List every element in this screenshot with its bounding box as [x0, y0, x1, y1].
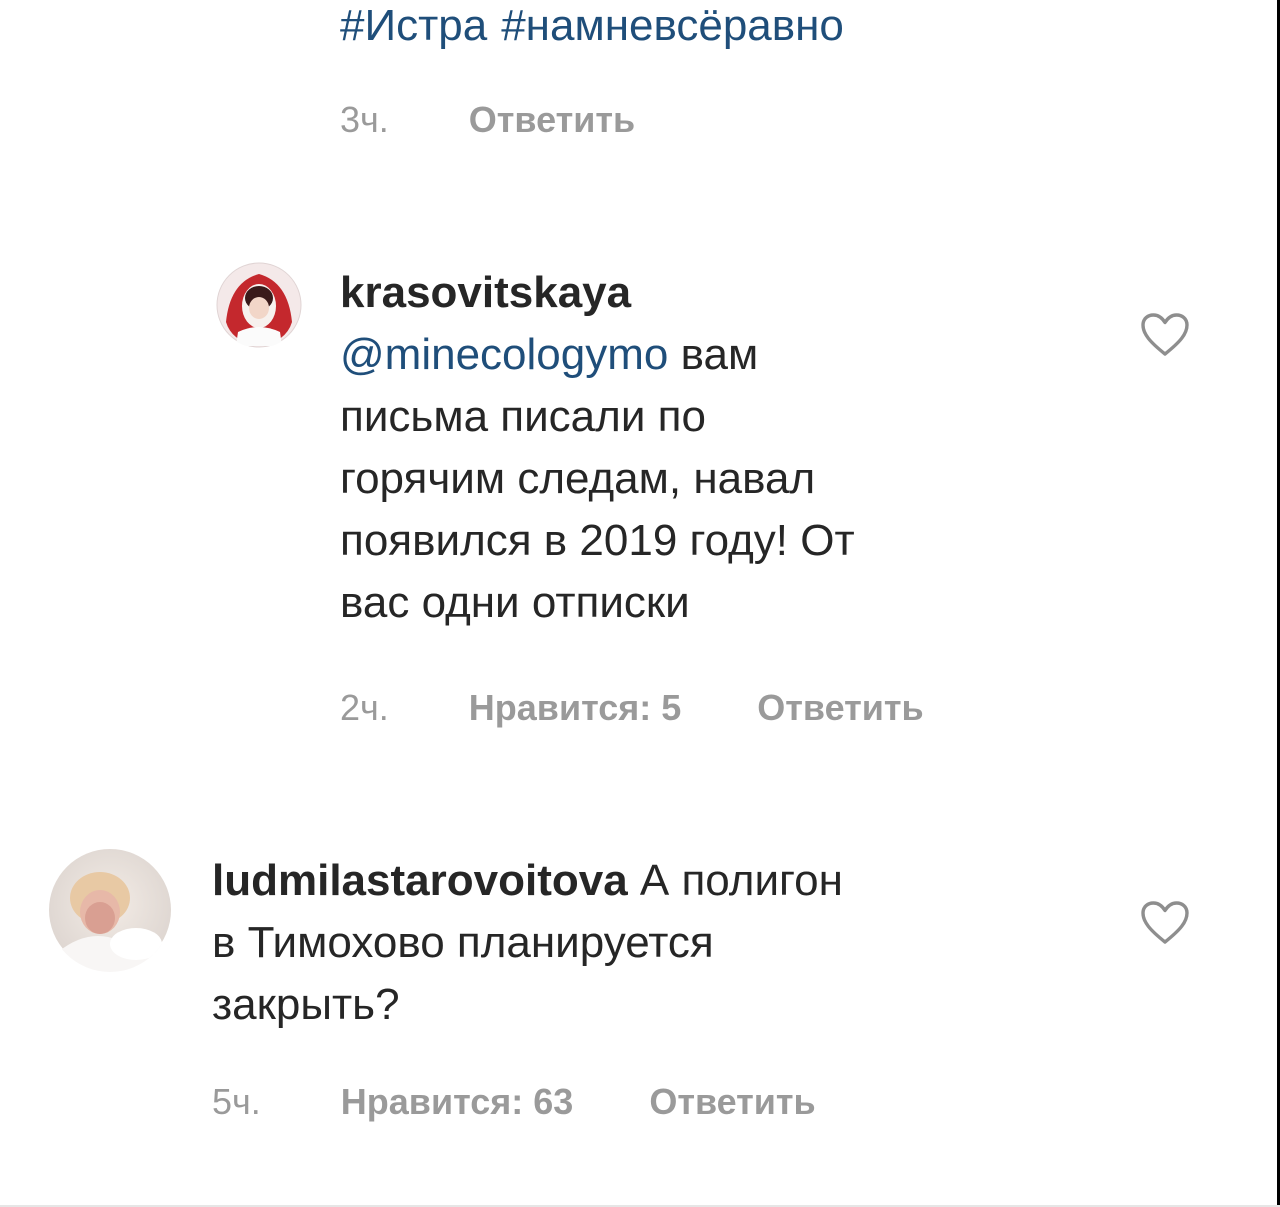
comment-meta: 5ч. Нравится: 63 Ответить [212, 1080, 816, 1124]
comment-line-text: вам [680, 330, 759, 379]
heart-outline-icon [1141, 313, 1189, 356]
comment-line: письма писали по [340, 392, 706, 441]
comment-line: горячим следам, навал [340, 454, 816, 503]
avatar[interactable] [216, 262, 302, 348]
avatar-image [216, 262, 302, 348]
comment-line: в Тимохово планируется [212, 918, 714, 967]
comment-line: закрыть? [212, 980, 400, 1029]
comment-line: вас одни отписки [340, 578, 690, 627]
avatar[interactable] [48, 848, 172, 972]
mention-link[interactable]: @minecologymo [340, 330, 668, 379]
username-line: krasovitskaya [340, 262, 1060, 324]
heart-outline-icon [1141, 901, 1189, 944]
comment-line-text: А полигон [639, 856, 843, 905]
likes-count-button[interactable]: Нравится: 5 [469, 687, 681, 728]
username[interactable]: ludmilastarovoitova [212, 856, 628, 905]
avatar-image [49, 849, 171, 972]
reply-button[interactable]: Ответить [757, 687, 923, 728]
comment-line: ludmilastarovoitova А полигон [212, 850, 1092, 912]
comment-line: появился в 2019 году! От [340, 516, 855, 565]
comment-text: ludmilastarovoitova А полигон в Тимохово… [212, 850, 1092, 1036]
comment-time: 5ч. [212, 1081, 261, 1122]
comment-text: @minecologymo вам письма писали по горяч… [340, 324, 1060, 634]
likes-count-button[interactable]: Нравится: 63 [341, 1081, 574, 1122]
hashtags-line: #Истра #намневсёравно [340, 0, 844, 52]
comment-meta: 2ч. Нравится: 5 Ответить [340, 686, 924, 730]
top-comment-meta: 3ч. Ответить [340, 98, 635, 142]
reply-button[interactable]: Ответить [469, 99, 635, 140]
hashtag-link[interactable]: #намневсёравно [501, 1, 844, 50]
like-button[interactable] [1140, 312, 1190, 358]
username[interactable]: krasovitskaya [340, 268, 631, 317]
reply-button[interactable]: Ответить [649, 1081, 815, 1122]
comment-body: krasovitskaya @minecologymo вам письма п… [340, 262, 1060, 634]
comment-body: ludmilastarovoitova А полигон в Тимохово… [212, 850, 1092, 1036]
comment-time: 3ч. [340, 99, 389, 140]
hashtag-link[interactable]: #Истра [340, 1, 487, 50]
like-button[interactable] [1140, 900, 1190, 946]
comment-time: 2ч. [340, 687, 389, 728]
comment-line: @minecologymo вам [340, 324, 1060, 386]
